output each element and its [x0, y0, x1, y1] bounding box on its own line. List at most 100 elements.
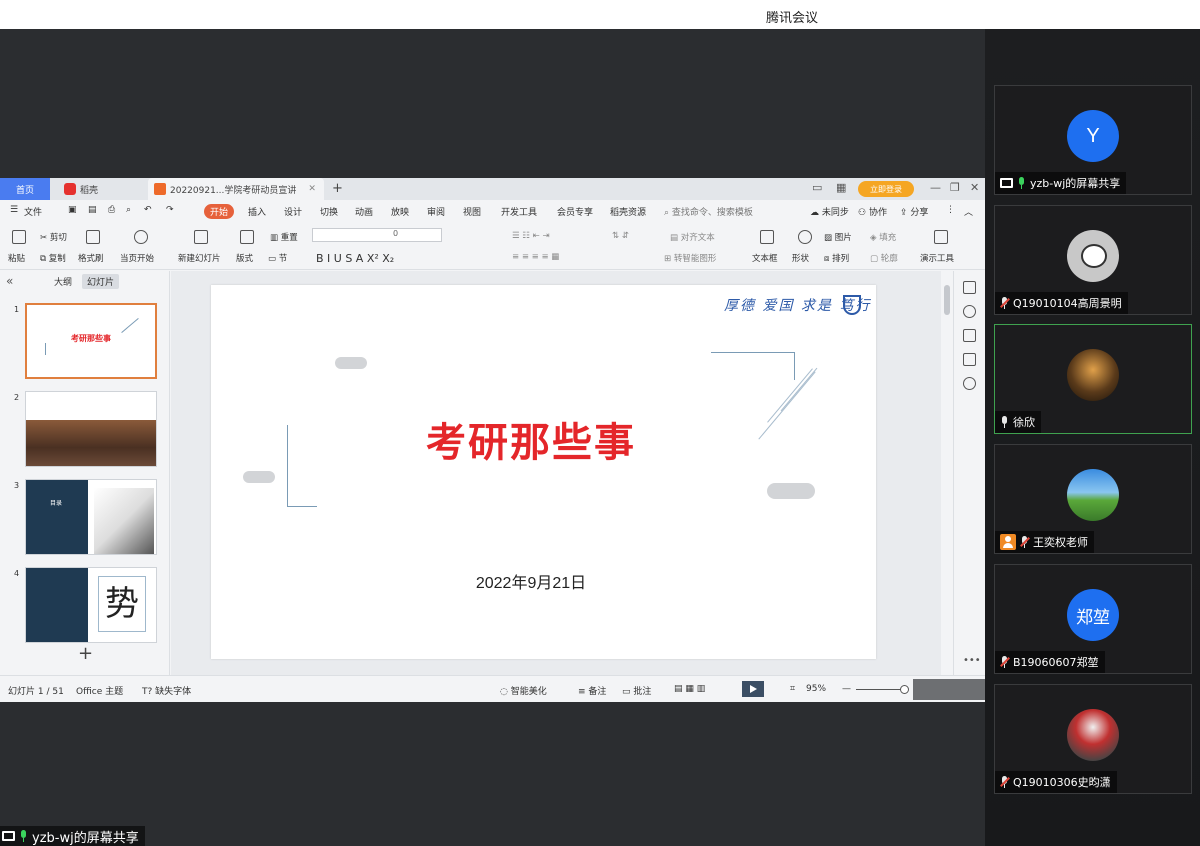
new-slide-icon[interactable]	[194, 230, 208, 244]
comments-button[interactable]: ▭ 批注	[622, 684, 651, 697]
zoom-level[interactable]: 95%	[806, 684, 826, 694]
from-current-button[interactable]: 当页开始	[120, 252, 154, 264]
play-slideshow-button[interactable]	[742, 681, 764, 697]
add-slide-icon[interactable]: +	[78, 643, 93, 664]
scroll-thumb[interactable]	[944, 285, 950, 315]
theme-name[interactable]: Office 主题	[76, 684, 123, 697]
participant-card[interactable]: 郑堃 B19060607郑堃	[994, 564, 1192, 674]
shape-icon[interactable]	[798, 230, 812, 244]
slide-thumbnail-3[interactable]: 目录	[25, 479, 157, 555]
align-text-button[interactable]: ▤ 对齐文本	[670, 231, 715, 243]
present-tools-icon[interactable]	[934, 230, 948, 244]
layout-icon[interactable]: ▭	[812, 181, 822, 194]
beautify-button[interactable]: ◌ 智能美化	[500, 684, 547, 697]
section-button[interactable]: ▭ 节	[268, 252, 287, 264]
participant-card[interactable]: Y yzb-wj的屏幕共享	[994, 85, 1192, 195]
shape-button[interactable]: 形状	[792, 252, 809, 264]
paste-button[interactable]: 粘贴	[8, 252, 25, 264]
slide-thumbnail-2[interactable]	[25, 391, 157, 467]
print-icon[interactable]: ⎙	[108, 205, 115, 215]
textbox-button[interactable]: 文本框	[752, 252, 778, 264]
menu-animation[interactable]: 动画	[355, 205, 373, 218]
view-mode-icons[interactable]: ▤ ▦ ▥	[674, 684, 705, 694]
tab-document[interactable]: 20220921...学院考研动员宣讲 ✕	[148, 178, 324, 200]
format-painter-button[interactable]: 格式刷	[78, 252, 104, 264]
slide-thumbnail-4[interactable]: 势	[25, 567, 157, 643]
undo-icon[interactable]: ↶	[144, 205, 152, 215]
properties-icon[interactable]	[963, 281, 976, 294]
zoom-out-icon[interactable]: —	[842, 684, 851, 694]
cut-button[interactable]: ✂ 剪切	[40, 231, 67, 243]
collapse-panel-icon[interactable]: «	[6, 274, 13, 288]
export-icon[interactable]: ▤	[88, 205, 97, 215]
star-icon[interactable]	[963, 305, 976, 318]
tab-slides[interactable]: 幻灯片	[82, 274, 120, 289]
menu-insert[interactable]: 插入	[248, 205, 266, 218]
vertical-scrollbar[interactable]	[942, 271, 952, 675]
menu-member[interactable]: 会员专享	[557, 205, 593, 218]
menu-developer[interactable]: 开发工具	[501, 205, 537, 218]
zoom-slider[interactable]	[856, 689, 902, 690]
paste-icon[interactable]	[12, 230, 26, 244]
outline-button[interactable]: ▢ 轮廓	[870, 252, 898, 264]
menu-slideshow[interactable]: 放映	[391, 205, 409, 218]
add-tab-icon[interactable]: +	[332, 181, 343, 196]
participant-card[interactable]: 王奕权老师	[994, 444, 1192, 554]
menu-view[interactable]: 视图	[463, 205, 481, 218]
transition-icon[interactable]	[963, 353, 976, 366]
align-icons[interactable]: ≡ ≡ ≡ ≡ ▦	[512, 252, 559, 262]
preview-icon[interactable]: ⌕	[126, 205, 131, 215]
participant-card[interactable]: 徐欣	[994, 324, 1192, 434]
reset-button[interactable]: ▥ 重置	[270, 231, 298, 243]
copy-button[interactable]: ⧉ 复制	[40, 252, 66, 264]
target-icon[interactable]	[963, 377, 976, 390]
notes-button[interactable]: ≡ 备注	[578, 684, 606, 697]
picture-button[interactable]: ▨ 图片	[824, 231, 852, 243]
collapse-ribbon-icon[interactable]: ︿	[964, 205, 973, 218]
more-icon[interactable]: ⋮	[946, 205, 955, 215]
slide[interactable]: 厚德 爱国 求是 笃行 考研那些事 2022年9月21日	[211, 285, 876, 659]
layout-button[interactable]: 版式	[236, 252, 253, 264]
tab-outline[interactable]: 大纲	[54, 275, 72, 288]
new-slide-button[interactable]: 新建幻灯片	[178, 252, 221, 264]
text-format-icons[interactable]: B I U S A X² X₂	[316, 252, 394, 265]
menu-file[interactable]: 文件	[24, 205, 42, 218]
menu-docer-resources[interactable]: 稻壳资源	[610, 205, 646, 218]
collab-button[interactable]: ⚇ 协作	[858, 205, 887, 218]
font-size-field[interactable]: 0	[312, 228, 442, 242]
play-from-current-icon[interactable]	[134, 230, 148, 244]
more-tools-icon[interactable]: •••	[963, 655, 981, 666]
menu-design[interactable]: 设计	[284, 205, 302, 218]
fit-icon[interactable]: ⌗	[790, 684, 795, 694]
restore-icon[interactable]: ❐	[950, 181, 960, 194]
command-search[interactable]: ⌕ 查找命令、搜索模板	[664, 205, 753, 218]
share-button[interactable]: ⇪ 分享	[900, 205, 928, 218]
participant-card[interactable]: Q19010104高周景明	[994, 205, 1192, 315]
direction-icons[interactable]: ⇅ ⇵	[612, 231, 629, 241]
sync-status[interactable]: ☁ 未同步	[810, 205, 849, 218]
grid-icon[interactable]: ▦	[836, 181, 846, 194]
menu-review[interactable]: 审阅	[427, 205, 445, 218]
tab-home[interactable]: 首页	[0, 178, 50, 200]
textbox-icon[interactable]	[760, 230, 774, 244]
minimize-icon[interactable]: —	[930, 181, 941, 194]
login-button[interactable]: 立即登录	[858, 181, 914, 197]
tab-docer[interactable]: 稻壳	[58, 178, 142, 200]
fill-button[interactable]: ◈ 填充	[870, 231, 896, 243]
slide-thumbnail-1[interactable]: 考研那些事	[25, 303, 157, 379]
participant-card[interactable]: Q19010306史昀潇	[994, 684, 1192, 794]
save-icon[interactable]: ▣	[68, 205, 77, 215]
menu-transition[interactable]: 切换	[320, 205, 338, 218]
smart-art-button[interactable]: ⊞ 转智能图形	[664, 252, 716, 264]
zoom-slider-knob[interactable]	[900, 685, 909, 694]
redo-icon[interactable]: ↷	[166, 205, 174, 215]
close-tab-icon[interactable]: ✕	[308, 184, 316, 194]
arrange-button[interactable]: ⧈ 排列	[824, 252, 849, 264]
layout-icon[interactable]	[240, 230, 254, 244]
animation-icon[interactable]	[963, 329, 976, 342]
present-tools-button[interactable]: 演示工具	[920, 252, 954, 264]
missing-font[interactable]: T? 缺失字体	[142, 684, 191, 697]
hamburger-icon[interactable]: ☰	[10, 205, 18, 215]
format-painter-icon[interactable]	[86, 230, 100, 244]
close-window-icon[interactable]: ✕	[970, 181, 979, 194]
